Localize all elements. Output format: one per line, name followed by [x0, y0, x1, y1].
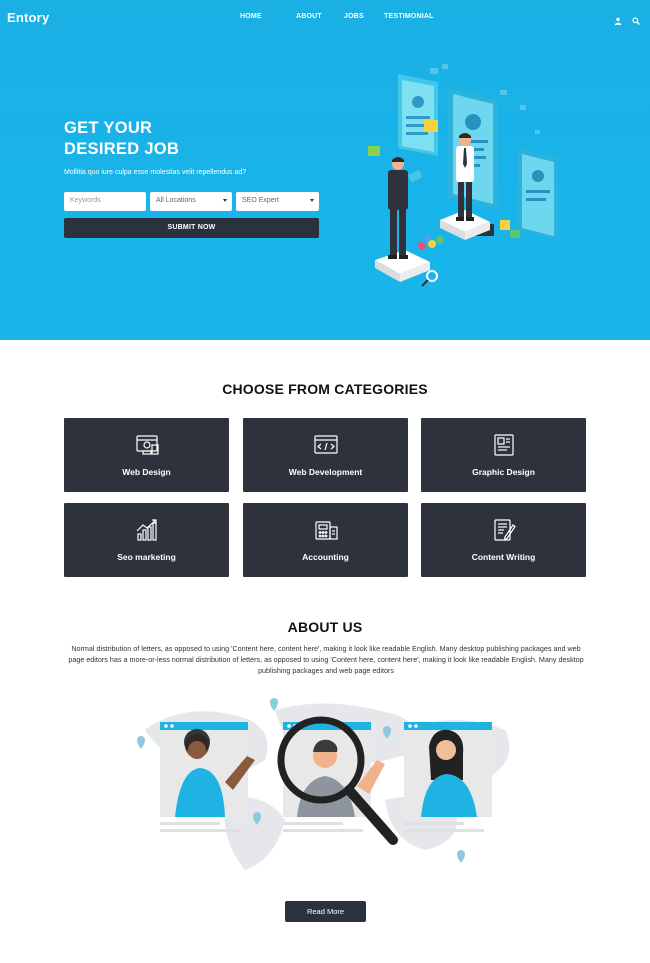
nav-item-home[interactable]: HOME — [240, 13, 296, 20]
about-title: ABOUT US — [287, 619, 363, 635]
category-card-graphic-design[interactable]: Graphic Design — [421, 418, 586, 492]
hero-title-line1: GET YOUR — [64, 119, 153, 137]
about-text: Normal distribution of letters, as oppos… — [68, 644, 584, 675]
chevron-down-icon — [310, 199, 314, 202]
nav-item-jobs[interactable]: JOBS — [344, 13, 384, 20]
hero-title: GET YOUR DESIRED JOB — [64, 118, 179, 160]
hero-subtitle: Mollitia quo iure culpa esse molestias v… — [64, 169, 247, 176]
category-card-content-writing[interactable]: Content Writing — [421, 503, 586, 577]
brand-logo[interactable]: Entory — [7, 10, 49, 25]
document-pen-icon — [494, 519, 516, 541]
categories-title: CHOOSE FROM CATEGORIES — [222, 381, 428, 397]
seo-chart-icon — [136, 519, 157, 541]
category-label: Seo marketing — [117, 552, 176, 562]
category-select-value: SEO Expert — [242, 197, 279, 204]
nav-item-testimonial[interactable]: TESTIMONIAL — [384, 13, 434, 20]
category-label: Web Design — [122, 467, 171, 477]
hero-title-line2: DESIRED JOB — [64, 140, 180, 158]
category-card-seo-marketing[interactable]: Seo marketing — [64, 503, 229, 577]
chevron-down-icon — [223, 199, 227, 202]
top-navbar: Entory HOME ABOUT JOBS TESTIMONIAL — [0, 0, 650, 36]
job-search-illustration — [368, 64, 558, 287]
submit-button[interactable]: SUBMIT NOW — [64, 218, 319, 238]
category-label: Graphic Design — [472, 467, 535, 477]
nav-icons — [614, 12, 640, 25]
user-icon[interactable] — [614, 12, 622, 25]
web-development-icon — [314, 435, 338, 454]
web-design-icon — [136, 435, 159, 455]
calculator-icon — [315, 521, 338, 540]
main-menu: HOME ABOUT JOBS TESTIMONIAL — [240, 13, 434, 20]
location-select[interactable]: All Locations — [150, 192, 232, 211]
search-icon[interactable] — [632, 12, 640, 25]
about-people-illustration — [137, 698, 510, 870]
category-card-web-development[interactable]: Web Development — [243, 418, 408, 492]
hero-section: Entory HOME ABOUT JOBS TESTIMONIAL GET Y… — [0, 0, 650, 340]
read-more-button[interactable]: Read More — [285, 901, 366, 922]
category-card-accounting[interactable]: Accounting — [243, 503, 408, 577]
category-label: Accounting — [302, 552, 349, 562]
keywords-input[interactable]: Keywords — [64, 192, 146, 211]
category-select[interactable]: SEO Expert — [236, 192, 319, 211]
category-label: Web Development — [288, 467, 363, 477]
location-select-value: All Locations — [156, 197, 196, 204]
category-label: Content Writing — [471, 552, 536, 562]
category-card-web-design[interactable]: Web Design — [64, 418, 229, 492]
graphic-design-icon — [494, 434, 514, 456]
nav-item-about[interactable]: ABOUT — [296, 13, 344, 20]
